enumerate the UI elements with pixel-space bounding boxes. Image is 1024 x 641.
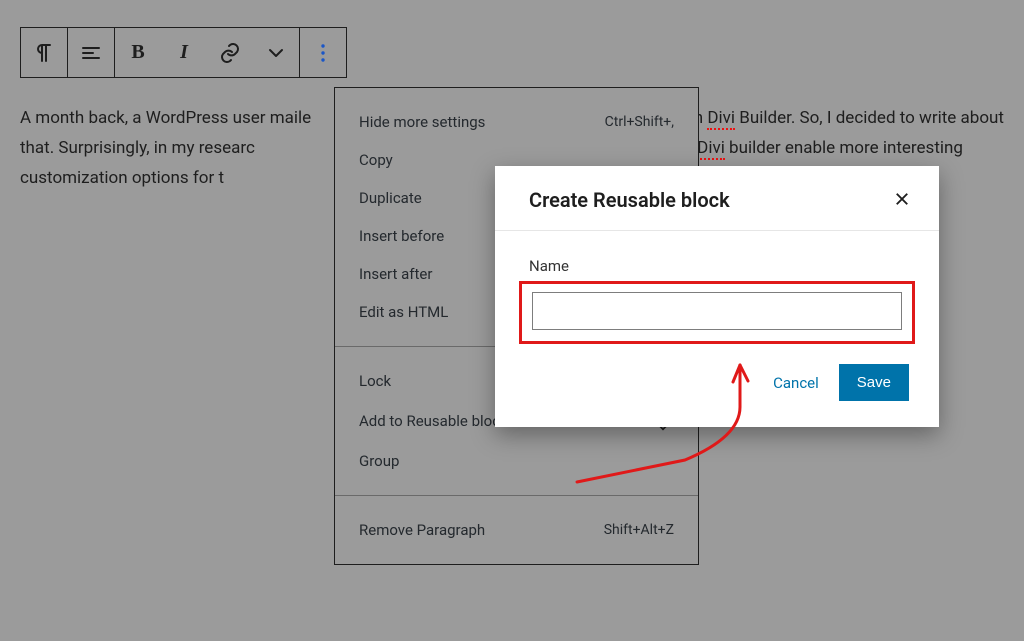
modal-close-button[interactable] <box>893 190 911 211</box>
menu-label: Duplicate <box>359 189 422 207</box>
name-input[interactable] <box>532 292 902 330</box>
menu-label: Remove Paragraph <box>359 521 485 539</box>
modal-title: Create Reusable block <box>529 188 730 212</box>
menu-label: Insert before <box>359 227 444 245</box>
close-icon <box>893 190 911 208</box>
link-button[interactable] <box>207 28 253 77</box>
pilcrow-icon <box>32 41 56 65</box>
menu-label: Lock <box>359 372 391 390</box>
save-button[interactable]: Save <box>839 364 909 401</box>
bold-button[interactable]: B <box>115 28 161 77</box>
create-reusable-block-modal: Create Reusable block Name Cancel Save <box>495 166 939 427</box>
menu-label: Add to Reusable blocks <box>359 412 515 430</box>
italic-button[interactable]: I <box>161 28 207 77</box>
spell-underline: Divi <box>697 138 725 160</box>
menu-label: Group <box>359 452 399 470</box>
cancel-button[interactable]: Cancel <box>773 374 819 392</box>
kebab-icon <box>311 41 335 65</box>
align-icon <box>79 41 103 65</box>
menu-shortcut: Ctrl+Shift+, <box>605 114 674 130</box>
menu-remove-paragraph[interactable]: Remove Paragraph Shift+Alt+Z <box>335 511 698 549</box>
menu-shortcut: Shift+Alt+Z <box>604 522 674 538</box>
para-text: A month back, a WordPress user maile <box>20 108 311 128</box>
menu-group[interactable]: Group <box>335 442 698 480</box>
menu-label: Copy <box>359 151 393 169</box>
spell-underline: Divi <box>707 108 735 130</box>
menu-label: Hide more settings <box>359 113 485 131</box>
more-formatting-button[interactable] <box>253 28 299 77</box>
more-options-button[interactable] <box>300 28 346 77</box>
chevron-down-icon <box>264 41 288 65</box>
link-icon <box>218 41 242 65</box>
align-button[interactable] <box>68 28 114 77</box>
paragraph-type-button[interactable] <box>21 28 67 77</box>
name-input-highlight <box>519 281 915 344</box>
menu-label: Insert after <box>359 265 432 283</box>
block-toolbar: B I <box>20 27 347 78</box>
menu-label: Edit as HTML <box>359 303 448 321</box>
name-label: Name <box>529 257 905 275</box>
menu-hide-more-settings[interactable]: Hide more settings Ctrl+Shift+, <box>335 103 698 141</box>
